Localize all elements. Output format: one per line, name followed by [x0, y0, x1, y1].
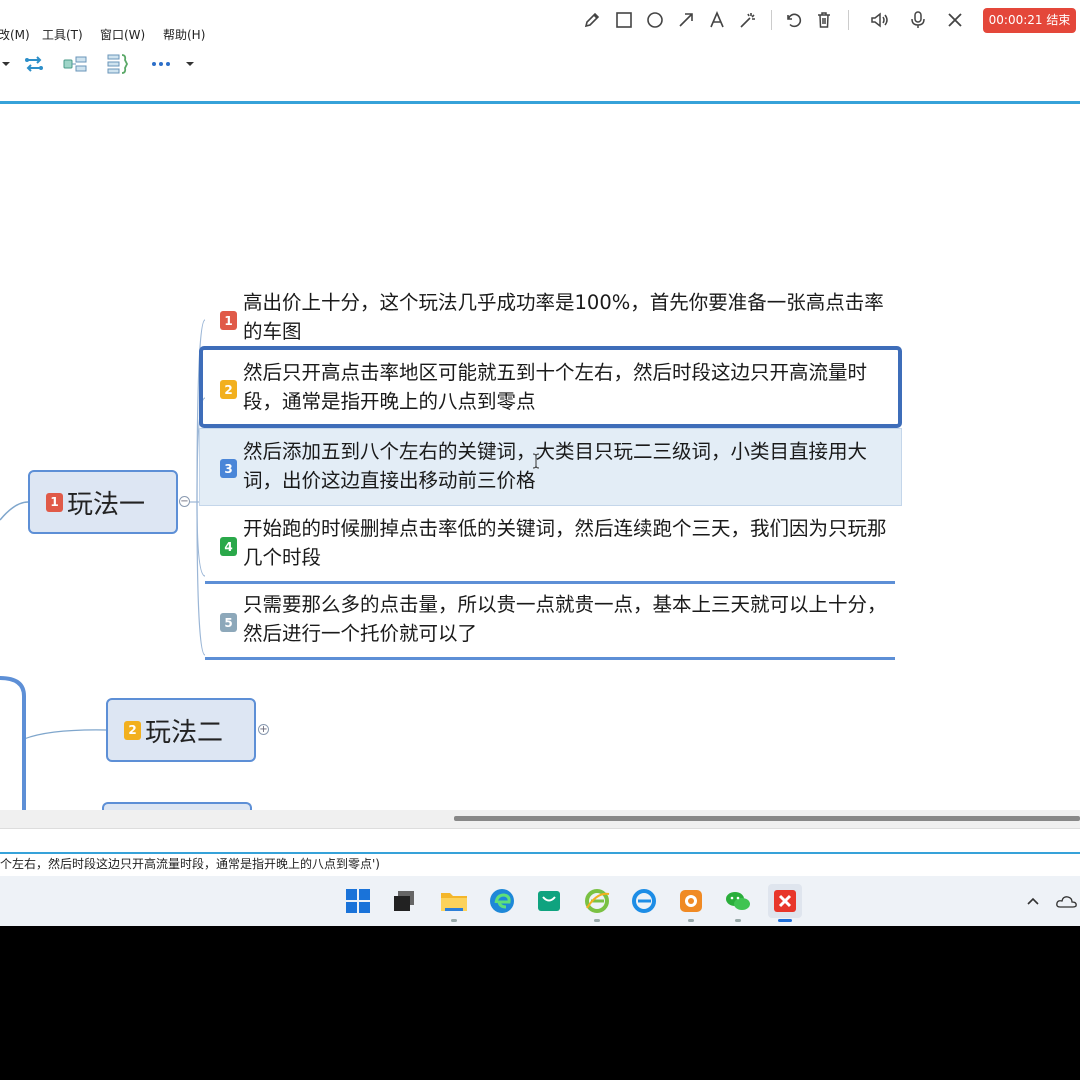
edge-icon[interactable]	[485, 884, 519, 918]
subtopic-5-badge: 5	[220, 613, 237, 632]
microphone-icon[interactable]	[906, 8, 930, 32]
separator	[771, 10, 772, 30]
subtopic-4-text: 开始跑的时候删掉点击率低的关键词，然后连续跑个三天，我们因为只玩那几个时段	[243, 517, 887, 569]
subtopic-2-text: 然后只开高点击率地区可能就五到十个左右，然后时段这边只开高流量时段，通常是指开晚…	[243, 361, 868, 413]
topic-2-badge: 2	[124, 720, 141, 740]
rectangle-icon[interactable]	[612, 8, 636, 32]
running-indicator	[735, 919, 741, 922]
more-icon[interactable]	[150, 52, 172, 76]
taskbar	[0, 876, 1080, 926]
subtopic-5[interactable]: 5 只需要那么多的点击量，所以贵一点就贵一点，基本上三天就可以上十分，然后进行一…	[205, 584, 895, 660]
running-indicator	[594, 919, 600, 922]
subtopic-4[interactable]: 4 开始跑的时候删掉点击率低的关键词，然后连续跑个三天，我们因为只玩那几个时段	[205, 508, 895, 584]
recorder-toolbar: 00:00:21 结束	[572, 0, 1080, 40]
panel-strip	[0, 828, 1080, 853]
menu-tools[interactable]: 工具(T)	[42, 26, 83, 43]
file-explorer-icon[interactable]	[437, 884, 471, 922]
active-indicator	[778, 919, 792, 922]
onedrive-icon[interactable]	[1050, 884, 1080, 918]
screen: 改(M) 工具(T) 窗口(W) 帮助(H) 00:00:21 结束 1 玩法一…	[0, 0, 1080, 926]
ie-blue-icon[interactable]	[627, 884, 661, 918]
chevron-up-icon[interactable]	[1016, 884, 1050, 918]
topic-1-label: 玩法一	[67, 489, 146, 520]
text-cursor-icon	[532, 453, 540, 469]
collapse-toggle-icon[interactable]: −	[179, 496, 190, 507]
wechat-icon[interactable]	[721, 884, 755, 922]
subtopic-3-badge: 3	[220, 459, 237, 478]
xmind-icon[interactable]	[768, 884, 802, 922]
subtopic-5-underline	[205, 657, 895, 660]
app-orange-icon[interactable]	[674, 884, 708, 922]
subtopic-1-text: 高出价上十分，这个玩法几乎成功率是100%，首先你要准备一张高点击率的车图	[243, 291, 884, 343]
menu-bar: 改(M) 工具(T) 窗口(W) 帮助(H)	[0, 22, 600, 44]
subtopic-3-text: 然后添加五到八个左右的关键词，大类目只玩二三级词，小类目直接用大词，出价这边直接…	[243, 440, 868, 492]
summary-icon[interactable]	[105, 52, 131, 76]
subtopic-3[interactable]: 3 然后添加五到八个左右的关键词，大类目只玩二三级词，小类目直接用大词，出价这边…	[199, 428, 902, 506]
topic-1-badge: 1	[46, 492, 63, 512]
recording-timer-button[interactable]: 00:00:21 结束	[983, 8, 1076, 33]
ie-icon[interactable]	[580, 884, 614, 922]
task-view-icon[interactable]	[387, 884, 421, 918]
speaker-icon[interactable]	[868, 8, 892, 32]
running-indicator	[688, 919, 694, 922]
magic-wand-icon[interactable]	[736, 8, 760, 32]
text-icon[interactable]	[705, 8, 729, 32]
close-icon[interactable]	[943, 8, 967, 32]
topic-play-one[interactable]: 1 玩法一	[28, 470, 178, 534]
separator	[848, 10, 849, 30]
mindmap-canvas[interactable]: 1 玩法一 − 1 高出价上十分，这个玩法几乎成功率是100%，首先你要准备一张…	[0, 104, 1080, 842]
subtopic-2-badge: 2	[220, 380, 237, 399]
store-icon[interactable]	[532, 884, 566, 918]
subtopic-4-badge: 4	[220, 537, 237, 556]
scrollbar-thumb[interactable]	[454, 816, 1080, 821]
subtopic-5-text: 只需要那么多的点击量，所以贵一点就贵一点，基本上三天就可以上十分，然后进行一个托…	[243, 593, 887, 645]
expand-toggle-icon[interactable]: +	[258, 724, 269, 735]
menu-window[interactable]: 窗口(W)	[100, 26, 145, 43]
more-dropdown-icon[interactable]	[183, 52, 197, 76]
horizontal-scrollbar[interactable]	[0, 810, 1080, 828]
undo-icon[interactable]	[781, 8, 805, 32]
toolbar	[0, 44, 1080, 82]
topic-2-label: 玩法二	[145, 717, 224, 748]
menu-modify[interactable]: 改(M)	[0, 26, 30, 43]
arrow-icon[interactable]	[674, 8, 698, 32]
topic-play-two[interactable]: 2 玩法二	[106, 698, 256, 762]
trash-icon[interactable]	[812, 8, 836, 32]
subtopic-1-badge: 1	[220, 311, 237, 330]
status-bar: 个左右，然后时段这边只开高流量时段，通常是指开晚上的八点到零点')	[0, 854, 1080, 876]
dropdown-arrow-icon[interactable]	[0, 52, 12, 76]
circle-icon[interactable]	[643, 8, 667, 32]
menu-help[interactable]: 帮助(H)	[163, 26, 205, 43]
pencil-icon[interactable]	[580, 8, 604, 32]
running-indicator	[451, 919, 457, 922]
swap-arrows-icon[interactable]	[22, 52, 46, 76]
subtopic-2-selected[interactable]: 2 然后只开高点击率地区可能就五到十个左右，然后时段这边只开高流量时段，通常是指…	[199, 346, 902, 428]
relationship-icon[interactable]	[62, 52, 88, 76]
start-icon[interactable]	[341, 884, 375, 918]
